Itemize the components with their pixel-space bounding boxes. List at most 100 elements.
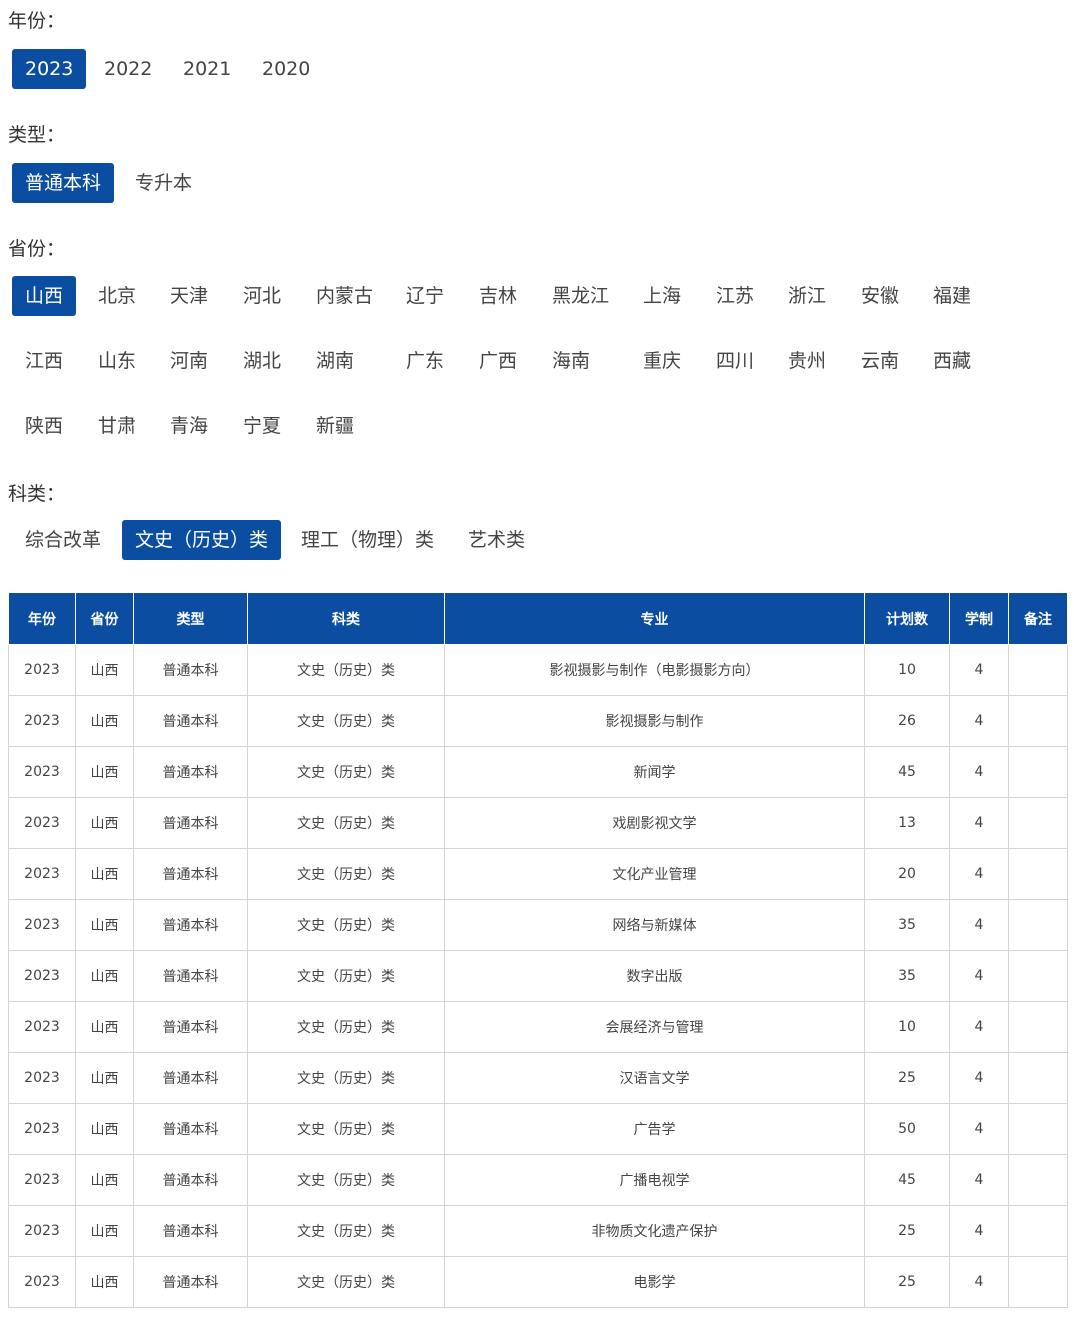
province-option[interactable]: 四川	[703, 341, 767, 381]
cell-year: 2023	[8, 1052, 76, 1104]
province-option[interactable]: 西藏	[920, 341, 984, 381]
province-option[interactable]: 重庆	[630, 341, 694, 381]
year-option-2021[interactable]: 2021	[170, 49, 244, 89]
category-option-comprehensive[interactable]: 综合改革	[12, 520, 114, 560]
province-option[interactable]: 山东	[85, 341, 149, 381]
cell-year: 2023	[8, 899, 76, 951]
cell-province: 山西	[75, 848, 134, 900]
cell-category: 文史（历史）类	[247, 1205, 445, 1257]
province-option[interactable]: 宁夏	[230, 406, 294, 446]
cell-type: 普通本科	[133, 1205, 248, 1257]
province-option[interactable]: 北京	[85, 276, 149, 316]
table-row: 2023 山西 普通本科 文史（历史）类 戏剧影视文学 13 4	[8, 797, 1068, 849]
province-option[interactable]: 福建	[920, 276, 984, 316]
cell-type: 普通本科	[133, 746, 248, 798]
cell-duration: 4	[949, 1154, 1009, 1206]
cell-province: 山西	[75, 950, 134, 1002]
cell-plan-count: 26	[864, 695, 950, 747]
table-row: 2023 山西 普通本科 文史（历史）类 广告学 50 4	[8, 1103, 1068, 1155]
province-option[interactable]: 天津	[157, 276, 221, 316]
cell-plan-count: 50	[864, 1103, 950, 1155]
province-label: 省份：	[8, 238, 66, 260]
cell-type: 普通本科	[133, 848, 248, 900]
province-option[interactable]: 安徽	[848, 276, 912, 316]
cell-duration: 4	[949, 1052, 1009, 1104]
cell-remarks	[1008, 1154, 1068, 1206]
table-row: 2023 山西 普通本科 文史（历史）类 网络与新媒体 35 4	[8, 899, 1068, 951]
province-option[interactable]: 新疆	[303, 406, 367, 446]
cell-plan-count: 10	[864, 1001, 950, 1053]
cell-type: 普通本科	[133, 1103, 248, 1155]
cell-duration: 4	[949, 899, 1009, 951]
province-option[interactable]: 江苏	[703, 276, 767, 316]
header-remarks: 备注	[1008, 592, 1068, 645]
province-option[interactable]: 浙江	[775, 276, 839, 316]
type-option-upgrade[interactable]: 专升本	[122, 163, 205, 203]
cell-type: 普通本科	[133, 797, 248, 849]
cell-major: 网络与新媒体	[444, 899, 865, 951]
cell-category: 文史（历史）类	[247, 1001, 445, 1053]
province-option[interactable]: 广东	[393, 341, 457, 381]
cell-remarks	[1008, 848, 1068, 900]
cell-duration: 4	[949, 1205, 1009, 1257]
cell-year: 2023	[8, 746, 76, 798]
province-option[interactable]: 贵州	[775, 341, 839, 381]
province-option[interactable]: 湖南	[303, 341, 367, 381]
cell-major: 影视摄影与制作	[444, 695, 865, 747]
cell-plan-count: 13	[864, 797, 950, 849]
header-duration: 学制	[949, 592, 1009, 645]
cell-year: 2023	[8, 950, 76, 1002]
category-option-arts[interactable]: 艺术类	[455, 520, 538, 560]
province-option[interactable]: 甘肃	[85, 406, 149, 446]
province-option[interactable]: 陕西	[12, 406, 76, 446]
type-option-undergrad[interactable]: 普通本科	[12, 163, 115, 203]
cell-major: 新闻学	[444, 746, 865, 798]
cell-plan-count: 25	[864, 1256, 950, 1308]
cell-category: 文史（历史）类	[247, 950, 445, 1002]
cell-category: 文史（历史）类	[247, 797, 445, 849]
cell-year: 2023	[8, 1205, 76, 1257]
cell-category: 文史（历史）类	[247, 1103, 445, 1155]
cell-category: 文史（历史）类	[247, 746, 445, 798]
table-header-row: 年份 省份 类型 科类 专业 计划数 学制 备注	[8, 592, 1068, 645]
province-option[interactable]: 河南	[157, 341, 221, 381]
category-label: 科类：	[8, 483, 66, 505]
cell-province: 山西	[75, 644, 134, 696]
cell-province: 山西	[75, 1205, 134, 1257]
cell-type: 普通本科	[133, 695, 248, 747]
cell-duration: 4	[949, 746, 1009, 798]
province-option[interactable]: 内蒙古	[303, 276, 386, 316]
year-option-2023[interactable]: 2023	[12, 49, 87, 89]
cell-province: 山西	[75, 695, 134, 747]
cell-category: 文史（历史）类	[247, 1154, 445, 1206]
province-option[interactable]: 吉林	[466, 276, 530, 316]
cell-major: 戏剧影视文学	[444, 797, 865, 849]
province-option[interactable]: 黑龙江	[539, 276, 622, 316]
province-option[interactable]: 江西	[12, 341, 76, 381]
year-label: 年份：	[8, 10, 66, 32]
cell-category: 文史（历史）类	[247, 1052, 445, 1104]
year-option-2022[interactable]: 2022	[91, 49, 165, 89]
cell-province: 山西	[75, 1052, 134, 1104]
province-option[interactable]: 云南	[848, 341, 912, 381]
table-row: 2023 山西 普通本科 文史（历史）类 会展经济与管理 10 4	[8, 1001, 1068, 1053]
province-option[interactable]: 青海	[157, 406, 221, 446]
province-option[interactable]: 山西	[12, 276, 77, 316]
province-option[interactable]: 河北	[230, 276, 294, 316]
type-label: 类型：	[8, 124, 66, 146]
category-option-science[interactable]: 理工（物理）类	[288, 520, 447, 560]
cell-major: 会展经济与管理	[444, 1001, 865, 1053]
year-option-2020[interactable]: 2020	[249, 49, 323, 89]
header-province: 省份	[75, 592, 134, 645]
province-option[interactable]: 海南	[539, 341, 603, 381]
cell-type: 普通本科	[133, 899, 248, 951]
cell-duration: 4	[949, 848, 1009, 900]
province-option[interactable]: 湖北	[230, 341, 294, 381]
category-option-liberal-arts[interactable]: 文史（历史）类	[122, 520, 282, 560]
province-option[interactable]: 上海	[630, 276, 694, 316]
province-option[interactable]: 广西	[466, 341, 530, 381]
cell-year: 2023	[8, 644, 76, 696]
province-option[interactable]: 辽宁	[393, 276, 457, 316]
header-major: 专业	[444, 592, 865, 645]
cell-plan-count: 45	[864, 1154, 950, 1206]
